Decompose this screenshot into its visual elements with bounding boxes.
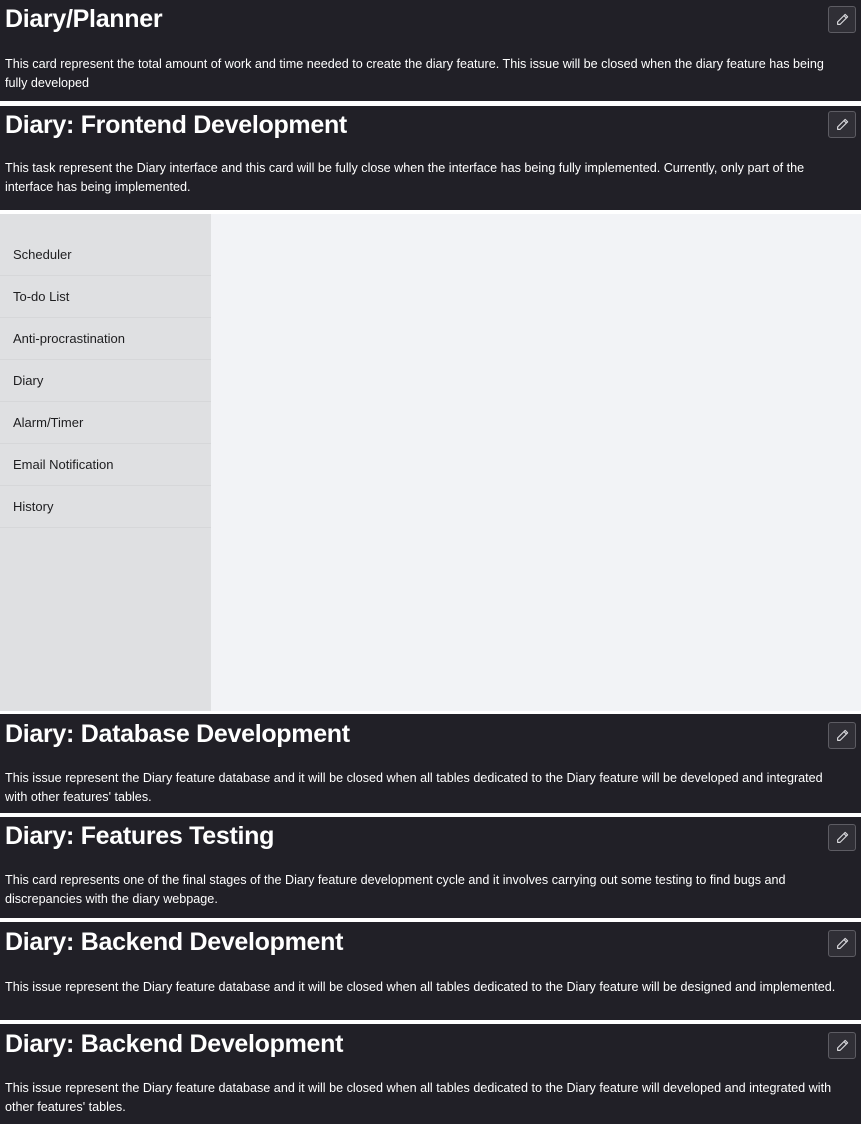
issue-card-backend-development: Diary: Backend Development This issue re… [0,922,861,1020]
pencil-icon [836,1039,848,1051]
card-description: This issue represent the Diary feature d… [5,980,836,994]
issue-card-database-development: Diary: Database Development This issue r… [0,714,861,813]
sidebar-item-scheduler[interactable]: Scheduler [0,234,211,276]
sidebar-item-label: Scheduler [13,247,72,262]
card-description: This issue represent the Diary feature d… [5,771,823,804]
pencil-icon [836,937,848,949]
diary-interface-preview: Scheduler To-do List Anti-procrastinatio… [0,214,861,711]
pencil-icon [836,729,848,741]
card-title: Diary/Planner [5,5,163,33]
issue-card-backend-development-2: Diary: Backend Development This issue re… [0,1024,861,1124]
pencil-icon [836,118,848,130]
sidebar-item-label: To-do List [13,289,70,304]
issue-card-diary-planner: Diary/Planner This card represent the to… [0,0,861,101]
edit-button[interactable] [828,930,856,957]
content-area [211,214,861,711]
card-title: Diary: Features Testing [5,822,275,850]
issue-card-features-testing: Diary: Features Testing This card repres… [0,817,861,918]
card-title: Diary: Backend Development [5,1030,344,1058]
card-title: Diary: Backend Development [5,928,344,956]
edit-button[interactable] [828,6,856,33]
card-title: Diary: Database Development [5,720,350,748]
card-description: This issue represent the Diary feature d… [5,1081,832,1114]
issue-card-frontend-development: Diary: Frontend Development This task re… [0,106,861,210]
edit-button[interactable] [828,824,856,851]
sidebar-item-diary[interactable]: Diary [0,360,211,402]
sidebar-item-label: Alarm/Timer [13,415,84,430]
edit-button[interactable] [828,1032,856,1059]
sidebar-item-label: History [13,499,54,514]
sidebar-item-todo-list[interactable]: To-do List [0,276,211,318]
card-title: Diary: Frontend Development [5,111,347,139]
sidebar-item-email-notification[interactable]: Email Notification [0,444,211,486]
edit-button[interactable] [828,111,856,138]
card-description: This card represents one of the final st… [5,873,786,906]
card-description: This card represent the total amount of … [5,57,824,90]
sidebar-menu: Scheduler To-do List Anti-procrastinatio… [0,214,211,528]
pencil-icon [836,13,848,25]
sidebar: Scheduler To-do List Anti-procrastinatio… [0,214,211,711]
sidebar-item-alarm-timer[interactable]: Alarm/Timer [0,402,211,444]
sidebar-item-anti-procrastination[interactable]: Anti-procrastination [0,318,211,360]
sidebar-item-label: Diary [13,373,44,388]
sidebar-item-label: Email Notification [13,457,114,472]
pencil-icon [836,831,848,843]
edit-button[interactable] [828,722,856,749]
card-description: This task represent the Diary interface … [5,161,805,194]
sidebar-item-label: Anti-procrastination [13,331,125,346]
sidebar-item-history[interactable]: History [0,486,211,528]
